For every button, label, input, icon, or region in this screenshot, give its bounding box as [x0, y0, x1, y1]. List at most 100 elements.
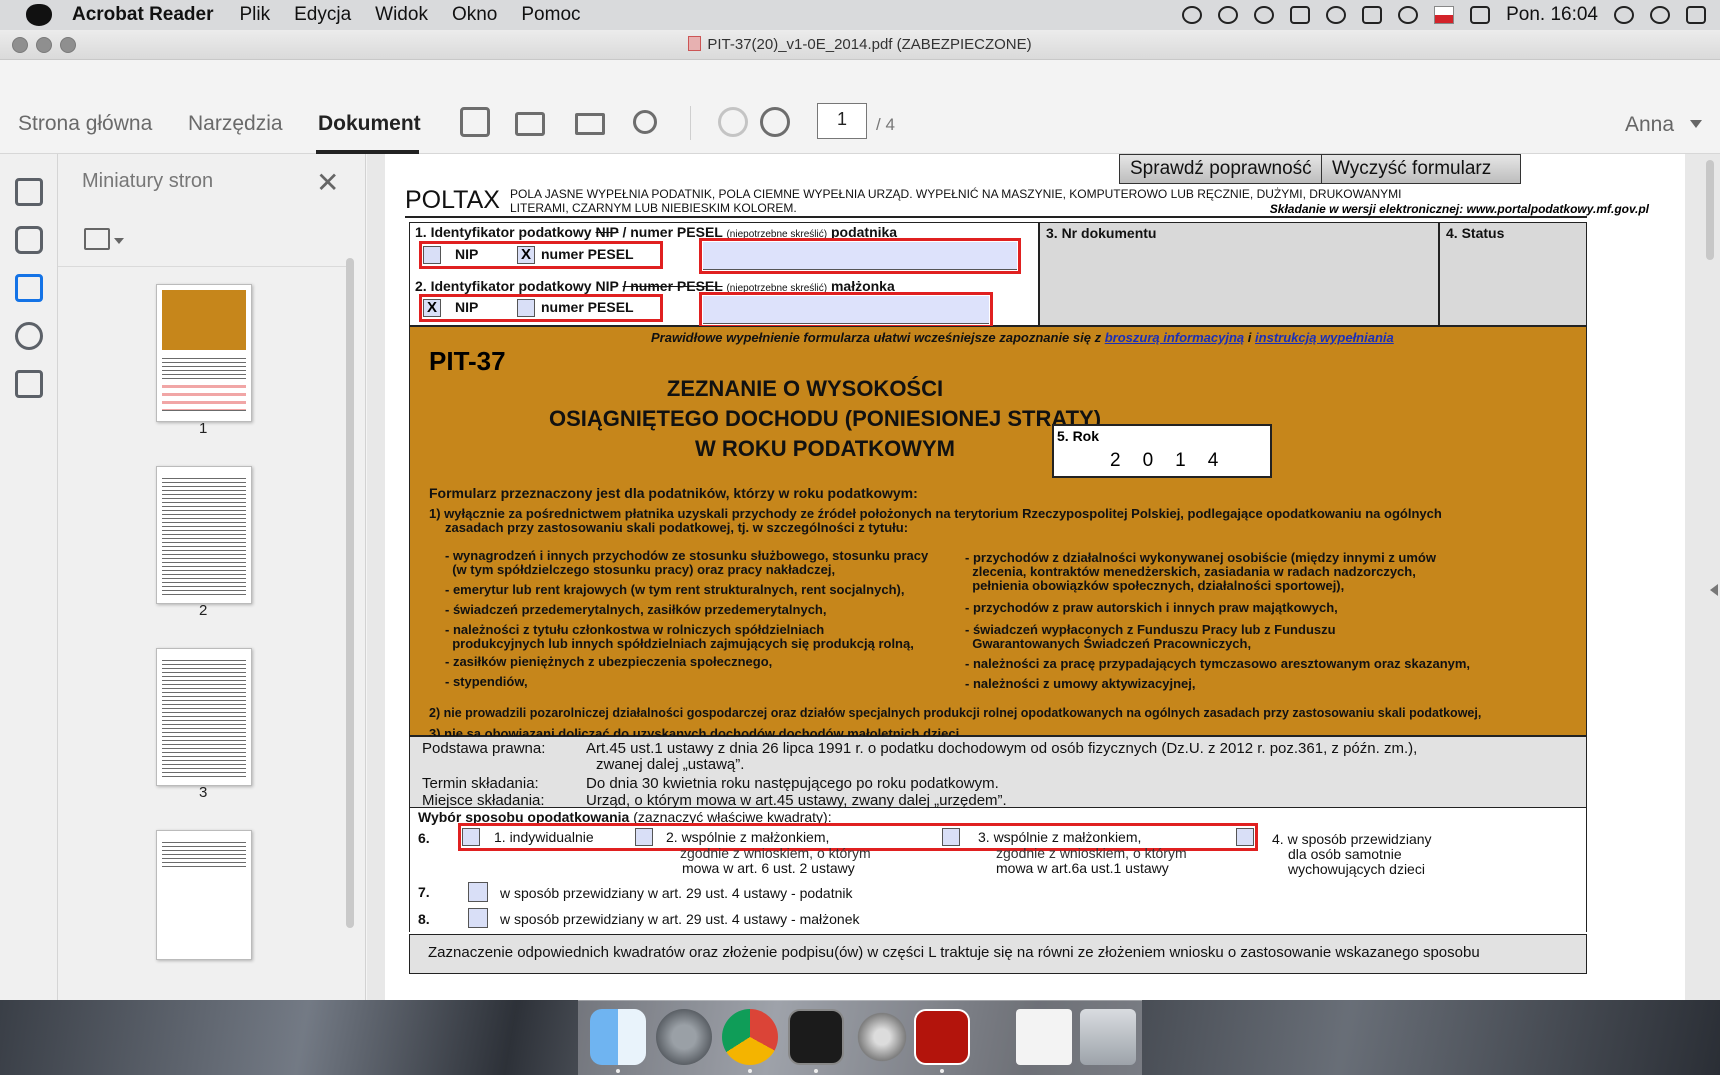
close-panel-icon[interactable]: ✕	[316, 166, 339, 199]
apple-icon[interactable]	[26, 4, 52, 26]
row-7-checkbox[interactable]	[468, 882, 488, 902]
left-list-7: - stypendiów,	[445, 674, 528, 689]
finder-dock-icon[interactable]	[590, 1009, 646, 1065]
page-number-input[interactable]: 1	[817, 103, 867, 139]
field1-nip-checkbox[interactable]	[423, 246, 441, 264]
acrobat-dock-icon[interactable]	[914, 1009, 970, 1065]
field1-pesel-checkbox[interactable]: X	[517, 246, 535, 264]
menu-bar: Acrobat Reader Plik Edycja Widok Okno Po…	[0, 0, 1720, 30]
taxation-choice-section: Wybór sposobu opodatkowania (zaznaczyć w…	[409, 808, 1587, 932]
user-menu-chevron-icon[interactable]	[1690, 120, 1702, 128]
field2-label-a: 2. Identyfikator podatkowy NIP	[415, 278, 619, 294]
right-list-1: zlecenia, kontraktów menedżerskich, zasi…	[965, 564, 1416, 579]
menu-help[interactable]: Pomoc	[521, 4, 580, 26]
hint-and: i	[1247, 330, 1252, 345]
polish-flag-icon[interactable]	[1434, 6, 1455, 24]
page-tools-icon[interactable]	[15, 178, 43, 206]
battery-icon[interactable]	[1470, 6, 1491, 24]
lock-icon[interactable]	[15, 226, 43, 254]
wifi-icon[interactable]	[1398, 6, 1419, 24]
spotlight-search-icon[interactable]	[1614, 6, 1634, 24]
record-icon[interactable]	[1218, 6, 1239, 24]
tab-document[interactable]: Dokument	[318, 112, 421, 136]
option-4-checkbox[interactable]	[1236, 828, 1254, 846]
menu-edit[interactable]: Edycja	[294, 4, 351, 26]
left-list-4: - należności z tytułu członkostwa w roln…	[445, 622, 825, 637]
chrome-running-dot	[748, 1069, 752, 1073]
menu-app-name[interactable]: Acrobat Reader	[72, 4, 214, 26]
option-1-checkbox[interactable]	[462, 828, 480, 846]
trash-dock-icon[interactable]	[1080, 1009, 1136, 1065]
taxpayer-pesel-input[interactable]	[703, 242, 1017, 270]
brochure-link[interactable]: broszurą informacyjną	[1105, 330, 1244, 345]
row-8-checkbox[interactable]	[468, 908, 488, 928]
option-2-label: 2. wspólnie z małżonkiem,	[666, 829, 830, 845]
title-bar[interactable]: PIT-37(20)_v1-0E_2014.pdf (ZABEZPIECZONE…	[0, 30, 1720, 60]
bluetooth-icon[interactable]	[1326, 6, 1347, 24]
user-account-icon[interactable]	[1650, 6, 1670, 24]
page-thumbnail-2[interactable]	[156, 466, 252, 604]
right-list-2: pełnienia obowiązków społecznych, działa…	[965, 578, 1345, 593]
notification-center-icon[interactable]	[1686, 6, 1706, 24]
thumbnail-label-1: 1	[199, 420, 208, 437]
toolbar-divider	[690, 106, 691, 140]
menu-file[interactable]: Plik	[240, 4, 271, 26]
left-list-6: - zasiłków pieniężnych z ubezpieczenia s…	[445, 654, 773, 669]
acrobat-window: PIT-37(20)_v1-0E_2014.pdf (ZABEZPIECZONE…	[0, 30, 1720, 1000]
search-icon[interactable]	[633, 110, 657, 134]
chrome-dock-icon[interactable]	[722, 1009, 778, 1065]
next-page-icon[interactable]	[760, 107, 790, 137]
field2-pesel-checkbox[interactable]	[517, 299, 535, 317]
field2-nip-checkbox[interactable]: X	[423, 299, 441, 317]
menu-window[interactable]: Okno	[452, 4, 497, 26]
instructions-link[interactable]: instrukcją wypełniania	[1255, 330, 1394, 345]
option-4-desc-1: dla osób samotnie	[1288, 846, 1402, 862]
panel-options-icon[interactable]	[84, 228, 110, 250]
row-7-text: w sposób przewidziany w art. 29 ust. 4 u…	[500, 885, 853, 901]
clear-form-button[interactable]: Wyczyść formularz	[1321, 154, 1521, 184]
launchpad-dock-icon[interactable]	[854, 1009, 910, 1065]
tab-home[interactable]: Strona główna	[18, 112, 152, 136]
thumbnail-scrollbar[interactable]	[346, 258, 354, 928]
page-thumbnails-icon[interactable]	[15, 274, 43, 302]
notification-bell-icon[interactable]	[1182, 6, 1203, 24]
bookmarks-icon[interactable]	[15, 370, 43, 398]
check-form-button[interactable]: Sprawdź poprawność	[1119, 154, 1323, 184]
page-thumbnail-4[interactable]	[156, 830, 252, 960]
header-line-1: POLA JASNE WYPEŁNIA PODATNIK, POLA CIEMN…	[510, 187, 1402, 201]
header-line-2: LITERAMI, CZARNYM LUB NIEBIESKIM KOLOREM…	[510, 201, 797, 215]
save-icon[interactable]	[460, 107, 490, 137]
legal-label: Podstawa prawna:	[422, 740, 546, 757]
status-area: Pon. 16:04	[1182, 0, 1706, 30]
option-4-desc-2: wychowujących dzieci	[1288, 861, 1425, 877]
left-list-5: produkcyjnych lub innych spółdzielniach …	[445, 636, 914, 651]
expand-right-panel-icon[interactable]	[1710, 584, 1718, 596]
system-preferences-dock-icon[interactable]	[656, 1009, 712, 1065]
tab-tools[interactable]: Narzędzia	[188, 112, 283, 136]
document-viewport[interactable]: Sprawdź poprawność Wyczyść formularz POL…	[367, 154, 1720, 1000]
previous-page-icon[interactable]	[718, 107, 748, 137]
menu-view[interactable]: Widok	[375, 4, 428, 26]
keyboard-icon[interactable]	[1290, 6, 1311, 24]
option-3-checkbox[interactable]	[942, 828, 960, 846]
page-thumbnail-3[interactable]	[156, 648, 252, 786]
option-3-desc-2: mowa w art.6a ust.1 ustawy	[996, 860, 1169, 876]
document-dock-icon[interactable]	[1016, 1009, 1072, 1065]
spouse-nip-input[interactable]	[703, 296, 989, 324]
page-thumbnail-1[interactable]	[156, 284, 252, 422]
legal-text-1: Art.45 ust.1 ustawy z dnia 26 lipca 1991…	[586, 740, 1418, 757]
year-field[interactable]: 5. Rok 2014	[1052, 424, 1272, 478]
menubar-clock[interactable]: Pon. 16:04	[1506, 4, 1598, 26]
legal-info-section: Podstawa prawna: Art.45 ust.1 ustawy z d…	[409, 736, 1587, 809]
document-scrollbar[interactable]	[1706, 160, 1714, 260]
mail-icon[interactable]	[575, 113, 605, 135]
attachment-icon[interactable]	[15, 322, 43, 350]
print-icon[interactable]	[515, 112, 545, 136]
time-machine-icon[interactable]	[1254, 6, 1275, 24]
user-name[interactable]: Anna	[1625, 113, 1674, 137]
panel-options-chevron-icon[interactable]	[114, 238, 124, 244]
volume-icon[interactable]	[1362, 6, 1383, 24]
form-title-line-2: OSIĄGNIĘTEGO DOCHODU (PONIESIONEJ STRATY…	[548, 406, 1102, 431]
terminal-dock-icon[interactable]	[788, 1009, 844, 1065]
option-2-checkbox[interactable]	[635, 828, 653, 846]
